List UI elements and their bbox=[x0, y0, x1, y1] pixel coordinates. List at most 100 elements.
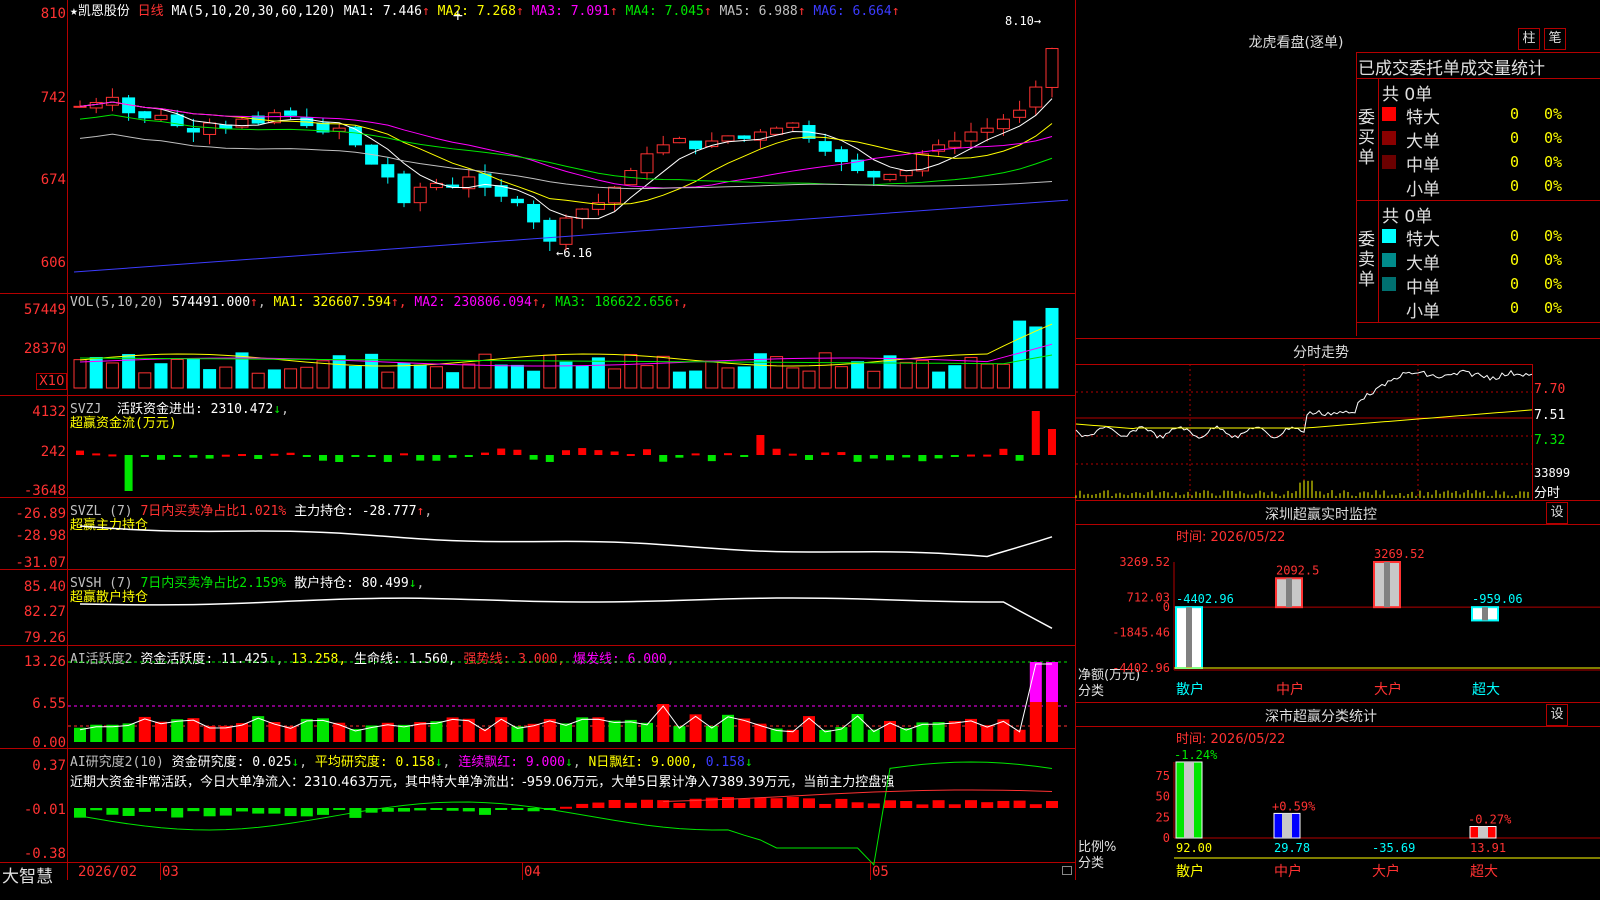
ai2-chart[interactable] bbox=[68, 750, 1076, 866]
svzj-bar bbox=[724, 453, 732, 456]
svzj-bar bbox=[626, 454, 635, 457]
svzj-bar bbox=[659, 455, 668, 462]
bar-view-button[interactable]: 柱 bbox=[1518, 28, 1540, 50]
ai2-bar bbox=[106, 808, 119, 815]
candle-body bbox=[964, 131, 978, 142]
intraday-chart[interactable] bbox=[1075, 364, 1533, 500]
buy-row-count-0: 0 bbox=[1510, 105, 1520, 123]
lock-icon[interactable] bbox=[1062, 866, 1072, 875]
classify-change-label-3: -0.27% bbox=[1468, 813, 1512, 827]
candle-body bbox=[883, 173, 897, 181]
ai1-axis-2: 6.55 bbox=[32, 696, 66, 712]
svzj-bar bbox=[1015, 455, 1024, 461]
ai2-bar bbox=[90, 808, 103, 811]
monitor-axis-label: 0 bbox=[1163, 600, 1170, 614]
candle-body bbox=[154, 114, 168, 121]
candle-body bbox=[948, 140, 962, 148]
svzl-chart[interactable] bbox=[68, 498, 1076, 570]
svzj-bar bbox=[691, 453, 700, 456]
svzj-bar bbox=[238, 454, 246, 457]
svzj-bar bbox=[853, 455, 862, 462]
ai2-bar bbox=[381, 808, 394, 812]
svzl-line bbox=[79, 525, 1053, 558]
candle-body bbox=[867, 170, 881, 178]
buy-row-pct-3: 0% bbox=[1544, 177, 1563, 195]
svzj-bar bbox=[92, 453, 101, 456]
classify-settings-button[interactable]: 设 bbox=[1546, 704, 1568, 726]
volume-bar bbox=[170, 359, 184, 389]
svzj-bar bbox=[481, 452, 489, 455]
buy-side-label: 委买单 bbox=[1358, 108, 1375, 168]
svzj-chart[interactable] bbox=[68, 397, 1076, 497]
ma6-line bbox=[73, 199, 1069, 273]
candle-body bbox=[672, 137, 686, 144]
intraday-axis-2: 7.51 bbox=[1534, 408, 1566, 423]
svsh-chart[interactable] bbox=[68, 570, 1076, 646]
ai2-bar bbox=[851, 802, 864, 808]
ai2-bar bbox=[155, 808, 167, 812]
candle-body bbox=[138, 111, 152, 119]
svzj-bar bbox=[1031, 411, 1040, 455]
candle-body bbox=[1029, 86, 1043, 108]
volume-bar bbox=[510, 364, 524, 389]
ai1-bar bbox=[689, 714, 702, 742]
sell-row-pct-0: 0% bbox=[1544, 227, 1563, 245]
ai2-bar bbox=[219, 808, 232, 816]
ai2-axis-1: 0.37 bbox=[32, 758, 66, 774]
monitor-settings-button[interactable]: 设 bbox=[1546, 502, 1568, 524]
volume-bar bbox=[932, 371, 946, 389]
candle-body bbox=[996, 118, 1010, 130]
vol-unit: X10 bbox=[36, 373, 68, 390]
volume-bar bbox=[608, 368, 622, 389]
svzj-bar bbox=[772, 448, 781, 455]
svzj-bar bbox=[675, 455, 684, 458]
ai1-bar bbox=[916, 722, 929, 742]
volume-bar bbox=[1045, 307, 1059, 389]
monitor-category-0: 散户 bbox=[1176, 681, 1204, 698]
svzj-bar bbox=[254, 455, 263, 459]
monitor-bar-shade-1 bbox=[1286, 578, 1292, 608]
candle-body bbox=[608, 186, 622, 204]
candle-body bbox=[203, 122, 217, 135]
ai2-red-line bbox=[663, 789, 1053, 802]
ai2-bar bbox=[754, 797, 767, 808]
ai2-bar bbox=[608, 799, 621, 808]
ai1-bar bbox=[430, 721, 443, 742]
candle-body bbox=[786, 122, 800, 128]
svzj-bar bbox=[562, 450, 570, 455]
volume-bar bbox=[348, 365, 362, 389]
tick-view-button[interactable]: 笔 bbox=[1544, 28, 1566, 50]
buy-row-name-2: 中单 bbox=[1406, 156, 1440, 176]
ai2-bar bbox=[430, 808, 443, 810]
vol-axis-1: 57449 bbox=[23, 302, 66, 318]
svzj-bar bbox=[513, 449, 522, 455]
classify-bar-shade-0 bbox=[1184, 762, 1194, 838]
classify-title: 深市超赢分类统计 bbox=[1265, 709, 1377, 725]
ai2-bar bbox=[1046, 800, 1058, 808]
ai2-bar bbox=[414, 808, 427, 811]
svzj-bar bbox=[529, 455, 538, 460]
ai2-bar bbox=[786, 797, 799, 808]
candle-body bbox=[656, 144, 670, 154]
ai2-bar bbox=[900, 801, 913, 808]
volume-bar bbox=[138, 372, 152, 389]
ai1-chart[interactable] bbox=[68, 646, 1076, 748]
monitor-axis-label: -4402.96 bbox=[1112, 661, 1170, 675]
candlestick-chart[interactable] bbox=[68, 2, 1076, 292]
volume-chart[interactable] bbox=[68, 295, 1076, 395]
volume-bar bbox=[413, 364, 427, 389]
svsh-axis-2: 82.27 bbox=[23, 604, 66, 620]
monitor-chart[interactable]: 3269.52712.030-1845.46-4402.96-4402.96散户… bbox=[1076, 524, 1600, 702]
svzj-bar bbox=[140, 455, 149, 457]
volume-bar bbox=[397, 362, 411, 389]
svzj-axis-1: 4132 bbox=[32, 404, 66, 420]
svzj-bar bbox=[756, 435, 765, 455]
candle-body bbox=[527, 203, 541, 223]
buy-row-count-1: 0 bbox=[1510, 129, 1520, 147]
sell-total: 共 0单 bbox=[1382, 207, 1433, 227]
classify-chart[interactable]: 75 50 25 0 -1.24% 92.00 散户 +0.59% 29.78 中户 -35.69 大… bbox=[1076, 726, 1600, 900]
ai2-bar bbox=[1013, 800, 1026, 808]
ai2-bar bbox=[965, 800, 977, 808]
svzj-bar bbox=[108, 454, 117, 457]
sell-row-swatch-1 bbox=[1382, 253, 1396, 267]
